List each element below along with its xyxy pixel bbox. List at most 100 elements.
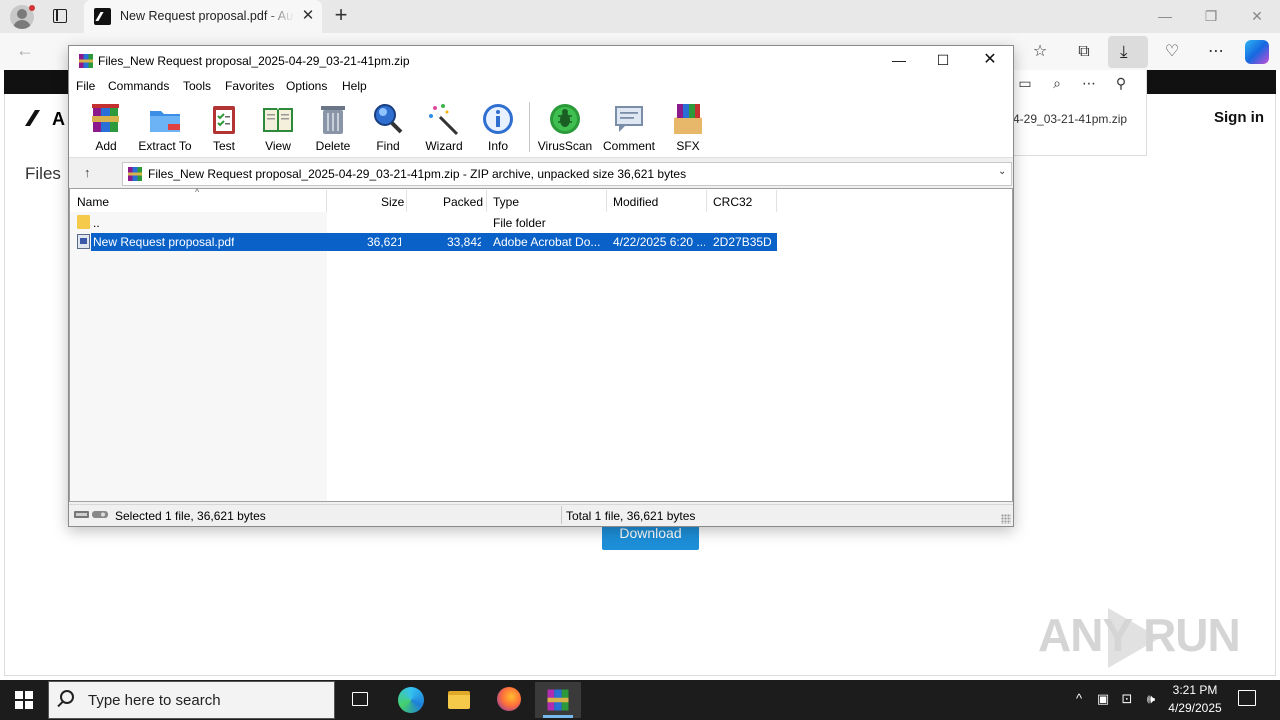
site-logo-icon[interactable] [26,110,50,126]
table-row[interactable]: .. File folder [71,214,777,232]
browser-minimize-icon[interactable]: — [1155,6,1175,26]
status-selected-text: Selected 1 file, 36,621 bytes [115,509,266,523]
column-divider[interactable] [606,190,607,212]
taskbar-winrar[interactable] [535,682,581,718]
cell-type: File folder [493,216,546,230]
tab-actions-icon[interactable] [53,9,67,23]
open-folder-icon[interactable]: ▭ [1016,74,1034,92]
column-header-type[interactable]: Type [493,195,519,209]
browser-restore-icon[interactable]: ❐ [1201,6,1221,26]
collections-icon[interactable]: ⧉ [1072,40,1096,64]
browser-close-icon[interactable]: ✕ [1247,6,1267,26]
toolbar-extract-to-button[interactable]: Extract To [136,102,194,154]
delete-trash-icon [321,106,345,134]
copilot-icon[interactable] [1245,40,1269,64]
downloads-button[interactable]: ⤓ [1108,36,1148,68]
winrar-title: Files_New Request proposal_2025-04-29_03… [98,54,410,68]
sign-in-link[interactable]: Sign in [1214,109,1264,126]
site-favicon-icon [94,8,111,25]
column-divider[interactable] [776,190,777,212]
sort-ascending-icon: ^ [195,187,200,197]
winrar-close-button[interactable]: ✕ [967,47,1013,73]
file-explorer-icon [448,691,470,709]
test-clipboard-icon [213,106,235,134]
cell-type: Adobe Acrobat Do... [493,235,601,249]
task-view-icon [352,692,368,706]
clock-time[interactable]: 3:21 PM [1165,683,1225,697]
status-separator [561,506,562,524]
table-row-selected[interactable]: New Request proposal.pdf 36,621 33,842 A… [91,233,777,251]
taskbar-edge[interactable] [388,682,434,718]
extract-folder-icon [150,111,180,132]
column-header-packed[interactable]: Packed [443,195,483,209]
column-header-name[interactable]: Name [77,195,109,209]
column-header-modified[interactable]: Modified [613,195,658,209]
toolbar-sfx-button[interactable]: SFX [659,102,717,154]
tray-overflow-chevron-icon[interactable]: ^ [1070,690,1088,708]
drive-status-icon [74,511,108,518]
menu-help[interactable]: Help [342,79,367,93]
tab-close-button[interactable]: ✕ [300,8,316,24]
up-arrow-icon[interactable]: ↑ [84,165,91,180]
search-downloads-icon[interactable]: ⌕ [1048,74,1066,92]
view-book-icon [263,108,293,132]
clock-date[interactable]: 4/29/2025 [1165,701,1225,715]
toolbar-info-button[interactable]: Info [469,102,527,154]
browser-essentials-icon[interactable]: ♡ [1160,40,1184,64]
wizard-wand-icon [429,104,459,136]
firefox-icon [497,687,521,711]
sfx-box-icon [674,104,702,134]
back-arrow-icon[interactable]: ← [16,40,36,60]
new-tab-button[interactable]: + [330,4,352,28]
archive-icon [128,167,142,181]
column-header-size[interactable]: Size [381,195,404,209]
menu-commands[interactable]: Commands [108,79,169,93]
task-view-button[interactable] [338,682,384,718]
column-divider[interactable] [706,190,707,212]
archive-path-text: Files_New Request proposal_2025-04-29_03… [148,167,687,181]
winrar-app-icon [79,54,93,68]
site-logo-text: A [52,109,65,129]
column-header-crc32[interactable]: CRC32 [713,195,752,209]
column-divider[interactable] [326,190,327,212]
cell-size: 36,621 [367,235,401,249]
menu-favorites[interactable]: Favorites [225,79,274,93]
cell-packed: 33,842 [447,235,481,249]
tray-volume-icon[interactable]: 🕪 [1142,690,1160,708]
toolbar-info-label: Info [487,139,508,153]
column-divider[interactable] [406,190,407,212]
anyrun-watermark: ANY RUN [1038,609,1241,661]
path-dropdown-chevron-icon[interactable]: ⌄ [998,166,1006,177]
comment-bubble-icon [615,106,643,132]
menu-file[interactable]: File [76,79,95,93]
column-divider[interactable] [486,190,487,212]
menu-options[interactable]: Options [286,79,327,93]
winrar-maximize-button[interactable]: ☐ [920,47,966,73]
toolbar-add-button[interactable]: Add [77,102,135,154]
browser-tab-title: New Request proposal.pdf - Auto [120,9,294,23]
browser-tab-active[interactable]: New Request proposal.pdf - Auto ✕ [84,0,322,33]
info-icon [483,104,513,134]
files-heading: Files [25,164,61,183]
favorites-icon[interactable]: ☆ [1028,40,1052,64]
virusscan-bug-icon [550,104,580,134]
tray-network-icon[interactable]: ⊡ [1118,690,1136,708]
taskbar-file-explorer[interactable] [436,682,482,718]
download-filename[interactable]: 4-29_03-21-41pm.zip [1013,112,1127,126]
toolbar-virusscan-button[interactable]: VirusScan [536,102,594,154]
windows-start-icon[interactable] [15,691,33,709]
pin-icon[interactable]: ⚲ [1112,74,1130,92]
add-archive-icon [92,104,119,132]
downloads-more-icon[interactable]: ⋯ [1080,74,1098,92]
settings-more-icon[interactable]: ⋯ [1204,40,1228,64]
resize-grip[interactable] [1001,514,1011,524]
notification-center-icon[interactable] [1238,690,1256,706]
winrar-minimize-button[interactable]: — [876,47,922,73]
name-column-shade [70,212,327,501]
taskbar-firefox[interactable] [486,682,532,718]
cell-modified: 4/22/2025 6:20 ... [613,235,705,249]
toolbar-comment-button[interactable]: Comment [600,102,658,154]
menu-tools[interactable]: Tools [183,79,211,93]
tray-device-icon[interactable]: ▣ [1094,690,1112,708]
toolbar-virusscan-label: VirusScan [537,139,593,153]
